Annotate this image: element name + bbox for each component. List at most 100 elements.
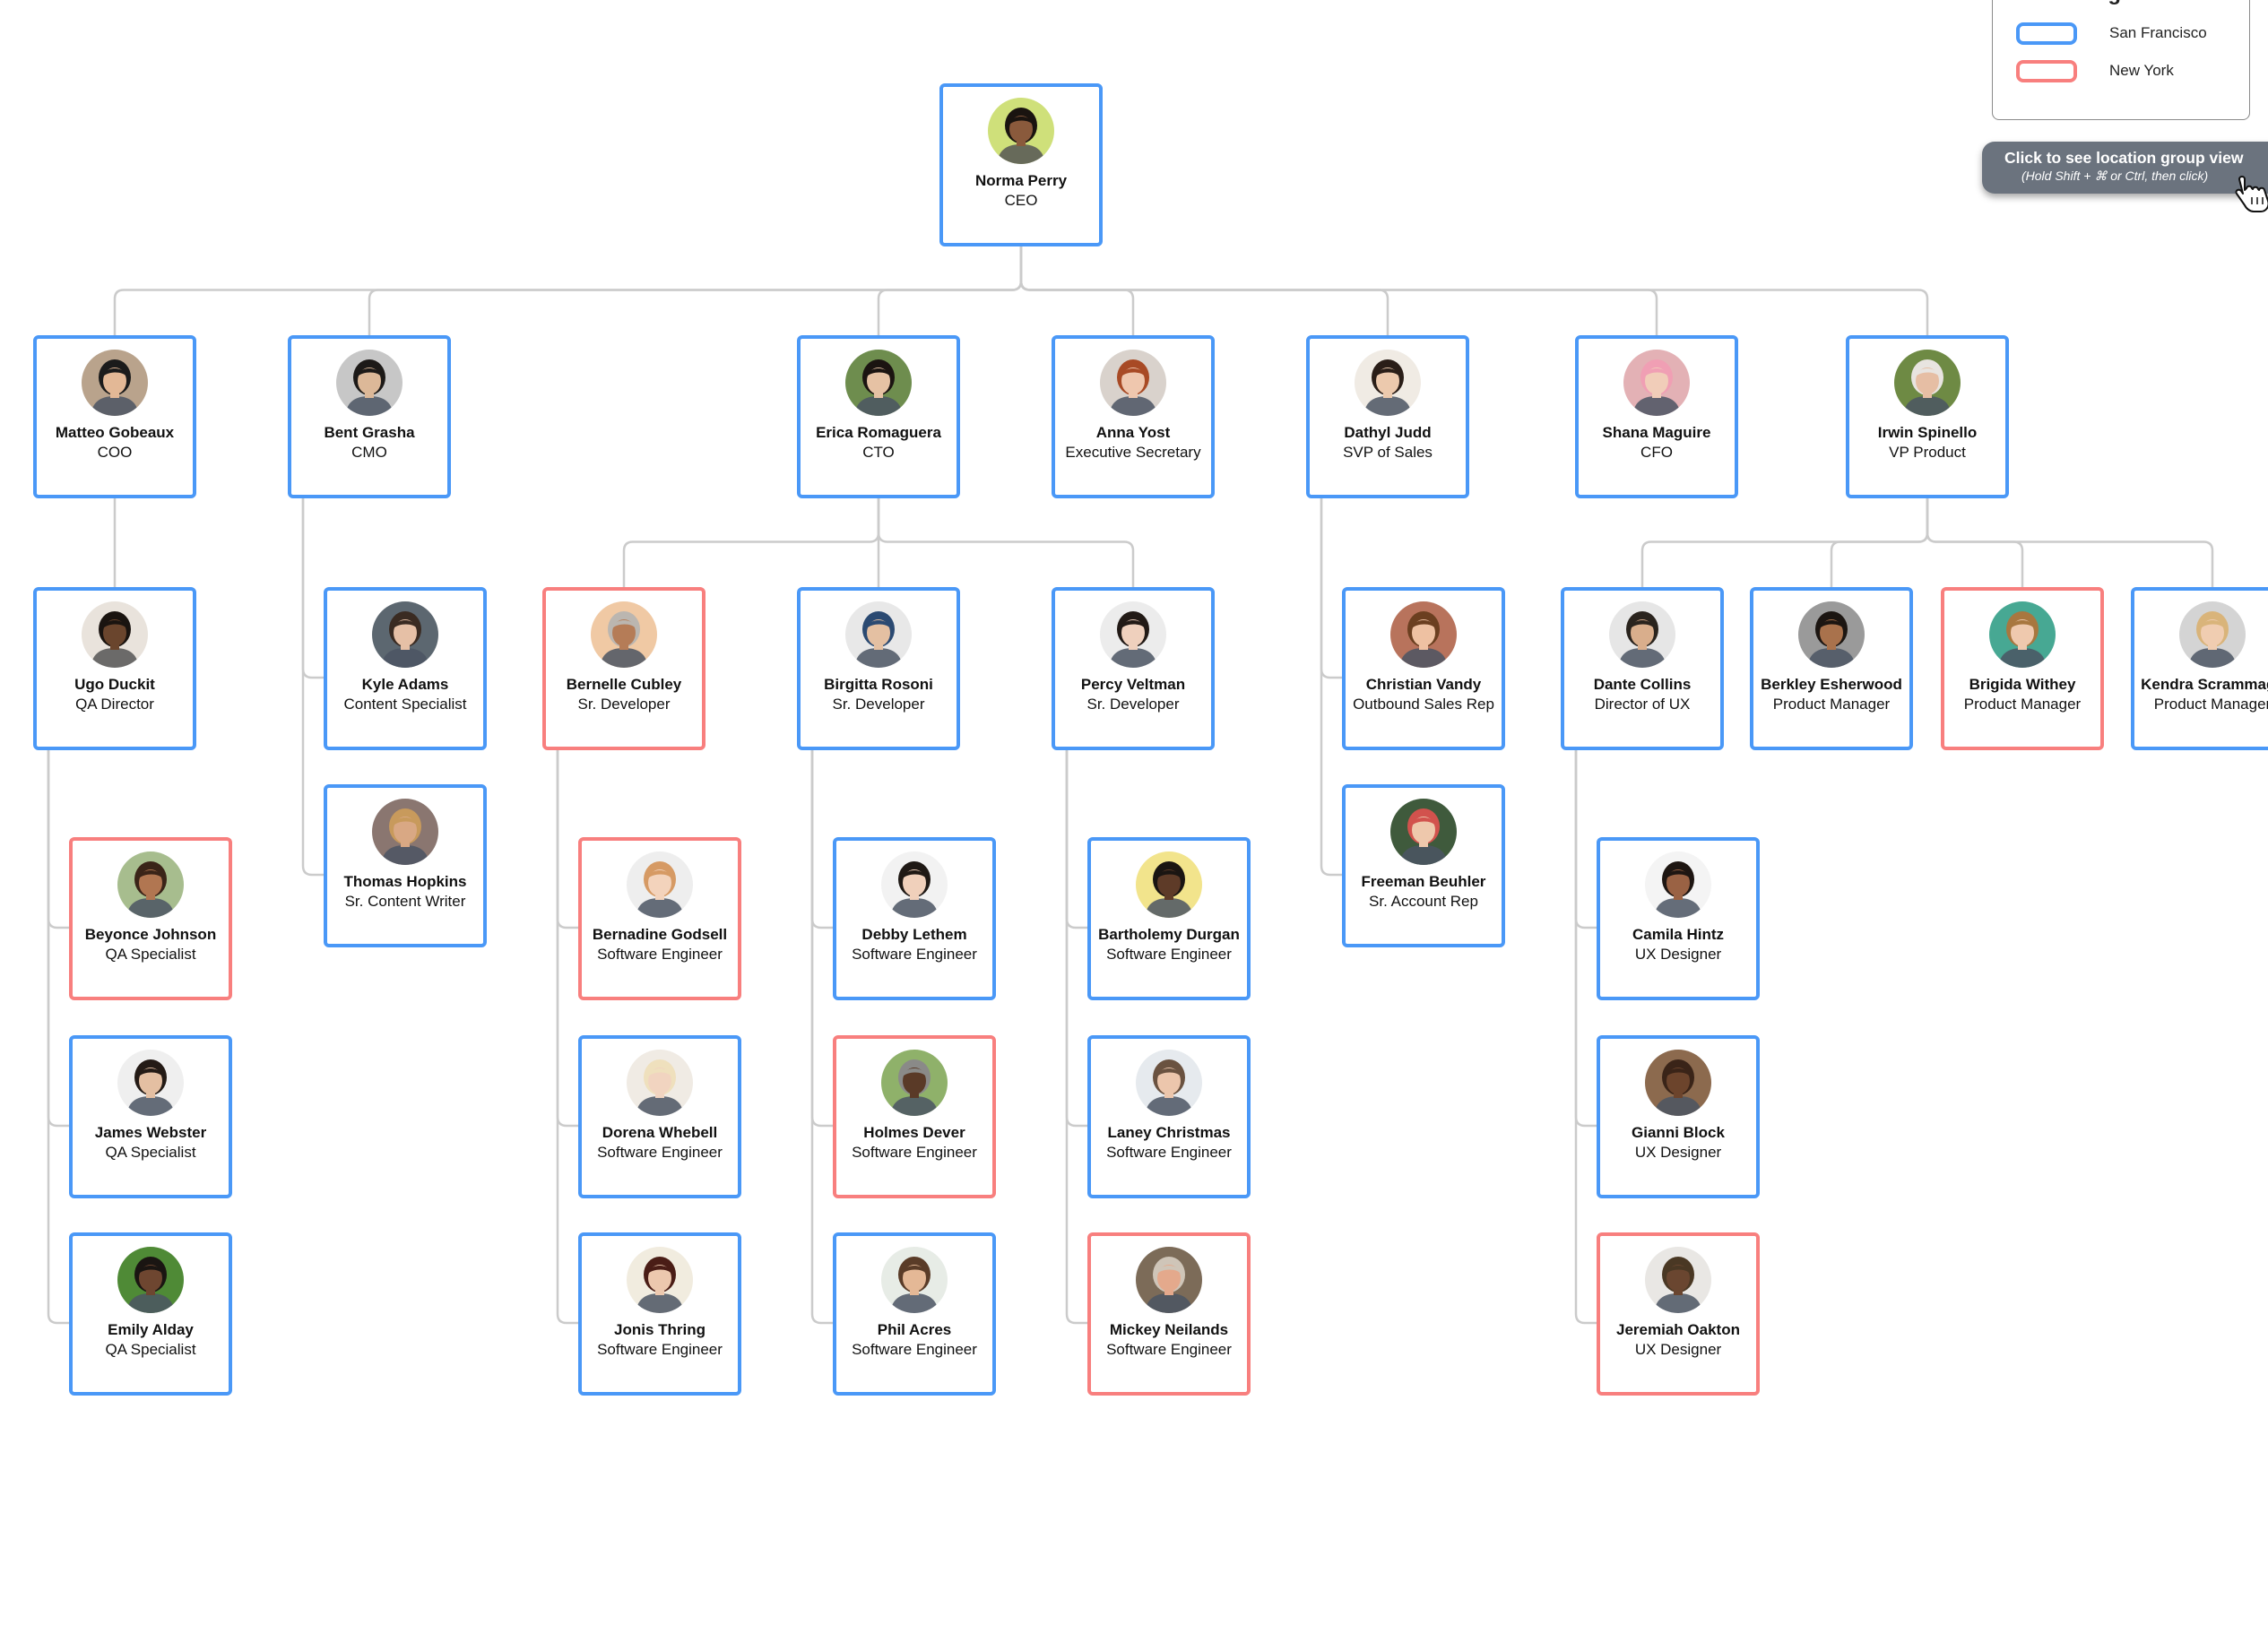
org-node-percy-veltman[interactable]: Percy Veltman Sr. Developer bbox=[1052, 587, 1215, 750]
connector-james bbox=[47, 750, 69, 1128]
job-title: Sr. Account Rep bbox=[1369, 892, 1478, 910]
node-text: Thomas Hopkins Sr. Content Writer bbox=[331, 872, 480, 911]
connector-erica bbox=[877, 246, 1023, 335]
org-node-gianni-block[interactable]: Gianni Block UX Designer bbox=[1597, 1035, 1760, 1198]
avatar-photo bbox=[1645, 1247, 1711, 1313]
job-title: Product Manager bbox=[1772, 695, 1891, 713]
org-node-phil-acres[interactable]: Phil Acres Software Engineer bbox=[833, 1232, 996, 1396]
job-title: QA Specialist bbox=[105, 1143, 196, 1161]
person-name: Holmes Dever bbox=[863, 1124, 965, 1141]
person-name: Kyle Adams bbox=[361, 676, 449, 693]
person-name: Bartholemy Durgan bbox=[1098, 926, 1240, 943]
node-text: Berkley Esherwood Product Manager bbox=[1757, 675, 1906, 713]
connector-camila bbox=[1574, 750, 1597, 929]
connector-dathyl bbox=[1019, 246, 1389, 335]
org-node-norma-perry[interactable]: Norma Perry CEO bbox=[939, 83, 1103, 246]
job-title: Outbound Sales Rep bbox=[1353, 695, 1494, 713]
connector-emily bbox=[47, 750, 69, 1325]
org-node-brigida-withey[interactable]: Brigida Withey Product Manager bbox=[1941, 587, 2104, 750]
person-name: Shana Maguire bbox=[1602, 424, 1711, 441]
person-name: Freeman Beuhler bbox=[1361, 873, 1486, 890]
connector-christian bbox=[1320, 498, 1342, 679]
node-text: Bernadine Godsell Software Engineer bbox=[585, 925, 734, 964]
org-node-bernadine-godsell[interactable]: Bernadine Godsell Software Engineer bbox=[578, 837, 741, 1000]
node-text: Shana Maguire CFO bbox=[1582, 423, 1731, 462]
connector-jonis bbox=[556, 750, 578, 1325]
org-node-irwin-spinello[interactable]: Irwin Spinello VP Product bbox=[1846, 335, 2009, 498]
org-node-emily-alday[interactable]: Emily Alday QA Specialist bbox=[69, 1232, 232, 1396]
org-node-bent-grasha[interactable]: Bent Grasha CMO bbox=[288, 335, 451, 498]
node-text: Irwin Spinello VP Product bbox=[1853, 423, 2002, 462]
node-text: Bernelle Cubley Sr. Developer bbox=[550, 675, 698, 713]
avatar-photo bbox=[591, 601, 657, 668]
org-node-bartholemy-durgan[interactable]: Bartholemy Durgan Software Engineer bbox=[1087, 837, 1251, 1000]
org-node-dante-collins[interactable]: Dante Collins Director of UX bbox=[1561, 587, 1724, 750]
person-name: Bernelle Cubley bbox=[566, 676, 682, 693]
job-title: Product Manager bbox=[1963, 695, 2082, 713]
org-node-mickey-neilands[interactable]: Mickey Neilands Software Engineer bbox=[1087, 1232, 1251, 1396]
person-name: Phil Acres bbox=[877, 1321, 952, 1338]
org-node-ugo-duckit[interactable]: Ugo Duckit QA Director bbox=[33, 587, 196, 750]
org-node-james-webster[interactable]: James Webster QA Specialist bbox=[69, 1035, 232, 1198]
org-node-shana-maguire[interactable]: Shana Maguire CFO bbox=[1575, 335, 1738, 498]
person-name: Dathyl Judd bbox=[1344, 424, 1432, 441]
group-view-label: Click to see location group view bbox=[2004, 149, 2244, 167]
node-text: Matteo Gobeaux COO bbox=[40, 423, 189, 462]
avatar-photo bbox=[1100, 601, 1166, 668]
connector-dante bbox=[1640, 498, 1929, 587]
node-text: Beyonce Johnson QA Specialist bbox=[76, 925, 225, 964]
node-text: James Webster QA Specialist bbox=[76, 1123, 225, 1162]
job-title: Software Engineer bbox=[852, 1340, 977, 1358]
person-name: Jonis Thring bbox=[614, 1321, 706, 1338]
connector-debby bbox=[810, 750, 833, 929]
org-node-jonis-thring[interactable]: Jonis Thring Software Engineer bbox=[578, 1232, 741, 1396]
node-text: Holmes Dever Software Engineer bbox=[840, 1123, 989, 1162]
org-node-laney-christmas[interactable]: Laney Christmas Software Engineer bbox=[1087, 1035, 1251, 1198]
org-node-birgitta-rosoni[interactable]: Birgitta Rosoni Sr. Developer bbox=[797, 587, 960, 750]
person-name: Jeremiah Oakton bbox=[1616, 1321, 1740, 1338]
person-name: Kendra Scrammage bbox=[2141, 676, 2268, 693]
person-name: Bernadine Godsell bbox=[592, 926, 728, 943]
person-name: Birgitta Rosoni bbox=[824, 676, 933, 693]
avatar-photo bbox=[1609, 601, 1675, 668]
org-node-erica-romaguera[interactable]: Erica Romaguera CTO bbox=[797, 335, 960, 498]
connector-kyle bbox=[301, 498, 324, 679]
org-node-beyonce-johnson[interactable]: Beyonce Johnson QA Specialist bbox=[69, 837, 232, 1000]
person-name: James Webster bbox=[94, 1124, 207, 1141]
job-title: VP Product bbox=[1889, 443, 1966, 461]
person-name: Percy Veltman bbox=[1080, 676, 1186, 693]
org-node-berkley-esherwood[interactable]: Berkley Esherwood Product Manager bbox=[1750, 587, 1913, 750]
org-node-debby-lethem[interactable]: Debby Lethem Software Engineer bbox=[833, 837, 996, 1000]
person-name: Irwin Spinello bbox=[1877, 424, 1978, 441]
org-node-matteo-gobeaux[interactable]: Matteo Gobeaux COO bbox=[33, 335, 196, 498]
org-node-bernelle-cubley[interactable]: Bernelle Cubley Sr. Developer bbox=[542, 587, 706, 750]
org-node-dathyl-judd[interactable]: Dathyl Judd SVP of Sales bbox=[1306, 335, 1469, 498]
avatar-photo bbox=[845, 350, 912, 416]
org-node-freeman-beuhler[interactable]: Freeman Beuhler Sr. Account Rep bbox=[1342, 784, 1505, 947]
job-title: Software Engineer bbox=[597, 1340, 723, 1358]
node-text: Bent Grasha CMO bbox=[295, 423, 444, 462]
org-node-christian-vandy[interactable]: Christian Vandy Outbound Sales Rep bbox=[1342, 587, 1505, 750]
hand-pointer-cursor-icon bbox=[2235, 176, 2268, 212]
org-node-kyle-adams[interactable]: Kyle Adams Content Specialist bbox=[324, 587, 487, 750]
job-title: Software Engineer bbox=[852, 1143, 977, 1161]
person-name: Debby Lethem bbox=[861, 926, 967, 943]
avatar-photo bbox=[881, 851, 948, 918]
location-group-view-button[interactable]: Click to see location group view (Hold S… bbox=[1982, 142, 2268, 194]
org-node-dorena-whebell[interactable]: Dorena Whebell Software Engineer bbox=[578, 1035, 741, 1198]
person-name: Berkley Esherwood bbox=[1761, 676, 1902, 693]
person-name: Thomas Hopkins bbox=[343, 873, 467, 890]
org-node-holmes-dever[interactable]: Holmes Dever Software Engineer bbox=[833, 1035, 996, 1198]
org-node-camila-hintz[interactable]: Camila Hintz UX Designer bbox=[1597, 837, 1760, 1000]
connector-kendra bbox=[1926, 498, 2214, 587]
avatar-photo bbox=[1390, 601, 1457, 668]
org-node-thomas-hopkins[interactable]: Thomas Hopkins Sr. Content Writer bbox=[324, 784, 487, 947]
legend-label: New York bbox=[2109, 62, 2174, 79]
avatar-photo bbox=[117, 1247, 184, 1313]
connector-mickey bbox=[1065, 750, 1087, 1325]
org-node-jeremiah-oakton[interactable]: Jeremiah Oakton UX Designer bbox=[1597, 1232, 1760, 1396]
org-node-kendra-scrammage[interactable]: Kendra Scrammage Product Manager bbox=[2131, 587, 2268, 750]
avatar-photo bbox=[336, 350, 403, 416]
org-node-anna-yost[interactable]: Anna Yost Executive Secretary bbox=[1052, 335, 1215, 498]
connector-bernelle bbox=[622, 498, 880, 587]
